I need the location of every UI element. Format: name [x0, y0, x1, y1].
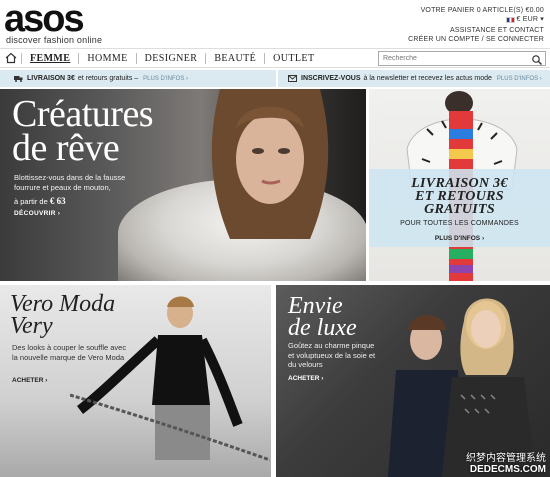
promo-delivery[interactable]: LIVRAISON 3€ et retours gratuits – PLUS … — [0, 70, 278, 87]
watermark-url: DEDECMS.COM — [469, 464, 546, 475]
vero-moda-title-line2: Very — [10, 313, 53, 339]
help-link[interactable]: ASSISTANCE ET CONTACT — [408, 26, 544, 35]
main-nav: FEMME HOMME DESIGNER BEAUTÉ OUTLET — [0, 48, 550, 68]
livraison-subtitle: POUR TOUTES LES COMMANDES — [400, 220, 519, 227]
promo-delivery-text: et retours gratuits – — [77, 75, 139, 82]
banner-creatures[interactable]: Créatures de rêve Blottissez-vous dans d… — [0, 89, 366, 281]
currency-selector[interactable]: € EUR ▾ — [505, 15, 544, 24]
creatures-price-prefix: à partir de — [14, 197, 48, 206]
asos-logo[interactable]: asos discover fashion online — [4, 0, 114, 46]
vero-moda-title: Vero Moda Very — [10, 291, 116, 339]
currency-label: € EUR ▾ — [516, 16, 544, 23]
search-icon[interactable] — [531, 53, 543, 65]
account-link[interactable]: CRÉER UN COMPTE / SE CONNECTER — [408, 35, 544, 44]
promo-newsletter-more[interactable]: PLUS D'INFOS › — [497, 76, 542, 82]
home-icon[interactable] — [5, 52, 17, 64]
creatures-price-value: € 63 — [49, 196, 66, 206]
search-box — [378, 51, 546, 66]
promo-delivery-more[interactable]: PLUS D'INFOS › — [143, 76, 188, 82]
promo-strip: LIVRAISON 3€ et retours gratuits – PLUS … — [0, 70, 550, 87]
watermark: 织梦内容管理系统 DEDECMS.COM — [466, 449, 546, 475]
nav-designer[interactable]: DESIGNER — [135, 52, 206, 64]
envelope-icon — [288, 75, 297, 82]
banner-vero-moda[interactable]: Vero Moda Very Des looks à couper le sou… — [0, 285, 271, 477]
promo-newsletter[interactable]: INSCRIVEZ-VOUS à la newsletter et receve… — [278, 70, 550, 87]
creatures-title-line1: Créatures — [12, 93, 154, 135]
luxe-body: Goûtez au charme pinque et voluptueux de… — [288, 341, 376, 369]
creatures-price: à partir de € 63 — [14, 196, 66, 206]
logo-tagline: discover fashion online — [6, 35, 103, 45]
nav-homme[interactable]: HOMME — [78, 52, 135, 64]
livraison-title: LIVRAISON 3€ ET RETOURS GRATUITS — [369, 177, 550, 217]
luxe-cta[interactable]: ACHETER › — [288, 375, 323, 382]
truck-icon — [14, 76, 23, 82]
livraison-info-box: LIVRAISON 3€ ET RETOURS GRATUITS POUR TO… — [369, 169, 550, 247]
vero-moda-cta[interactable]: ACHETER › — [12, 377, 47, 384]
watermark-cn: 织梦内容管理系统 — [466, 453, 546, 464]
livraison-cta[interactable]: PLUS D'INFOS › — [369, 235, 550, 242]
promo-newsletter-bold: INSCRIVEZ-VOUS — [301, 75, 361, 82]
search-input[interactable] — [379, 52, 531, 65]
luxe-title-line1: Envie — [288, 293, 343, 319]
livraison-title-line3: GRATUITS — [424, 202, 495, 217]
creatures-cta[interactable]: DÉCOUVRIR › — [14, 210, 60, 217]
banner-luxe[interactable]: Envie de luxe Goûtez au charme pinque et… — [276, 285, 550, 477]
creatures-body: Blottissez-vous dans de la fausse fourru… — [14, 173, 126, 192]
nav-beaute[interactable]: BEAUTÉ — [205, 52, 264, 64]
nav-femme[interactable]: FEMME — [21, 52, 78, 64]
site-header: asos discover fashion online VOTRE PANIE… — [0, 0, 550, 48]
vero-moda-body: Des looks à couper le souffle avec la no… — [12, 343, 127, 362]
vero-moda-title-line1: Vero Moda — [10, 291, 116, 317]
logo-wordmark: asos — [4, 0, 85, 40]
french-flag-icon — [505, 16, 515, 23]
cart-link[interactable]: VOTRE PANIER 0 ARTICLE(S) €0.00 — [408, 6, 544, 15]
account-links: VOTRE PANIER 0 ARTICLE(S) €0.00 € EUR ▾ … — [408, 6, 544, 44]
promo-delivery-bold: LIVRAISON 3€ — [27, 75, 75, 82]
banner-livraison[interactable]: LIVRAISON 3€ ET RETOURS GRATUITS POUR TO… — [369, 89, 550, 281]
luxe-title-line2: de luxe — [288, 315, 357, 341]
model-photo — [211, 89, 329, 239]
creatures-title: Créatures de rêve — [12, 93, 154, 169]
promo-newsletter-text: à la newsletter et recevez les actus mod… — [363, 75, 492, 82]
luxe-title: Envie de luxe — [288, 293, 357, 341]
creatures-title-line2: de rêve — [12, 127, 120, 169]
nav-outlet[interactable]: OUTLET — [264, 52, 322, 64]
